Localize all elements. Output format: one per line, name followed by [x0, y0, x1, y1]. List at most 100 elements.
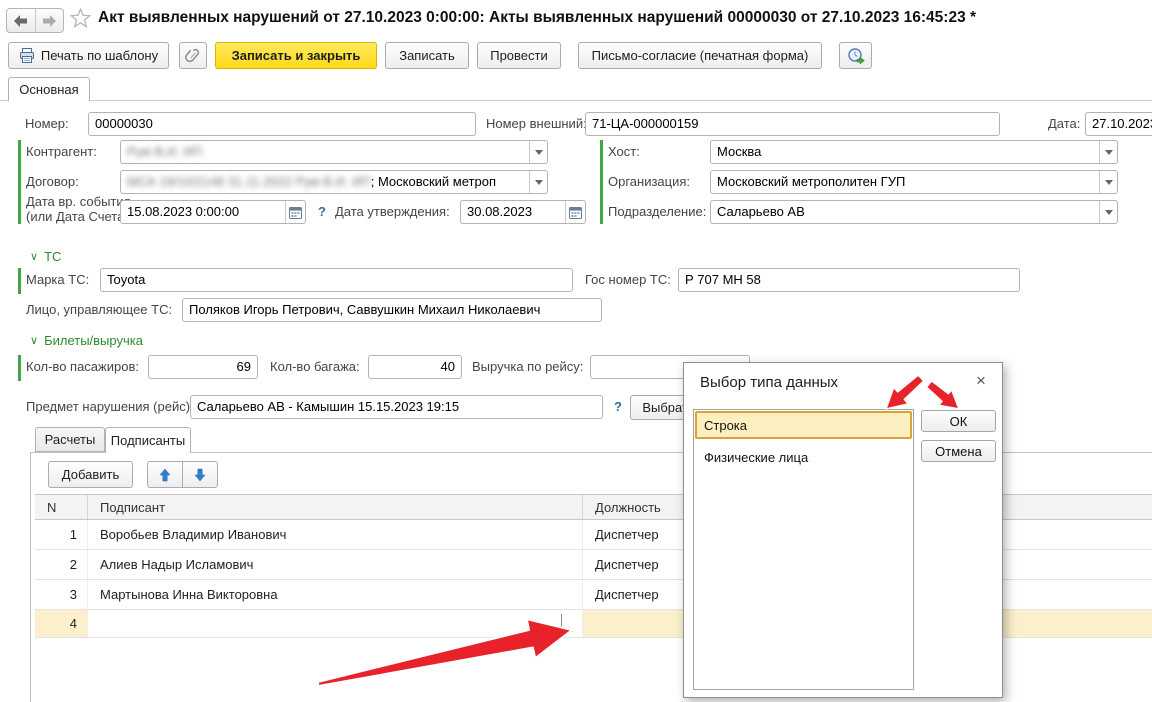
date-field[interactable]: 27.10.2023 16:45:23	[1085, 112, 1152, 136]
forward-button[interactable]	[35, 9, 64, 32]
external-number-field[interactable]: 71-ЦА-000000159	[585, 112, 1000, 136]
column-header-n[interactable]: N	[35, 495, 88, 519]
edit-caret	[561, 614, 562, 631]
baggage-field[interactable]: 40	[368, 355, 462, 379]
organization-label: Организация:	[608, 170, 690, 194]
refresh-icon	[847, 47, 865, 65]
event-date-value: 15.08.2023 0:00:00	[127, 204, 239, 219]
cell-signer-editing[interactable]: ..	[88, 610, 583, 637]
back-arrow-icon	[14, 15, 28, 27]
forward-arrow-icon	[42, 15, 56, 27]
passengers-field[interactable]: 69	[148, 355, 258, 379]
brand-field[interactable]: Toyota	[100, 268, 573, 292]
section-vehicle-toggle[interactable]: ∨ ТС	[30, 249, 61, 264]
letter-form-button[interactable]: Письмо-согласие (печатная форма)	[578, 42, 822, 69]
plate-field[interactable]: Р 707 МН 58	[678, 268, 1020, 292]
tab-calculations[interactable]: Расчеты	[35, 427, 105, 452]
driver-field[interactable]: Поляков Игорь Петрович, Саввушкин Михаил…	[182, 298, 602, 322]
move-up-button[interactable]	[147, 461, 183, 488]
violation-subject-help[interactable]: ?	[611, 395, 625, 419]
paperclip-icon	[185, 47, 201, 64]
cell-signer[interactable]: Мартынова Инна Викторовна	[88, 580, 583, 609]
cell-signer[interactable]: Воробьев Владимир Иванович	[88, 520, 583, 549]
organization-value: Московский метрополитен ГУП	[717, 174, 905, 189]
move-down-icon	[194, 468, 206, 482]
required-marker-tickets	[18, 355, 21, 381]
calendar-icon	[569, 206, 582, 219]
department-value: Саларьево АВ	[717, 204, 805, 219]
section-tickets-toggle[interactable]: ∨ Билеты/выручка	[30, 333, 143, 348]
add-row-button[interactable]: Добавить	[48, 461, 133, 488]
type-item-string-selected[interactable]: Строка	[695, 411, 912, 439]
external-number-label: Номер внешний:	[486, 112, 587, 136]
section-vehicle-title: ТС	[44, 249, 61, 264]
print-template-label: Печать по шаблону	[41, 48, 158, 63]
tab-main[interactable]: Основная	[8, 77, 90, 101]
type-item-individuals[interactable]: Физические лица	[694, 445, 913, 469]
cancel-button[interactable]: Отмена	[921, 440, 996, 462]
host-label: Хост:	[608, 140, 640, 164]
passengers-label: Кол-во пасажиров:	[26, 355, 139, 379]
contract-value-tail: ; Московский метроп	[371, 174, 496, 189]
post-button[interactable]: Провести	[477, 42, 561, 69]
add-row-label: Добавить	[62, 467, 119, 482]
chevron-down-icon	[1105, 180, 1113, 185]
violation-subject-field[interactable]: Саларьево АВ - Камышин 15.15.2023 19:15	[190, 395, 603, 419]
chevron-down-icon: ∨	[30, 334, 38, 347]
calendar-icon	[289, 206, 302, 219]
violation-subject-label: Предмет нарушения (рейс):	[26, 395, 194, 419]
printer-icon	[19, 48, 35, 63]
chevron-down-icon: ∨	[30, 250, 38, 263]
approve-date-field[interactable]: 30.08.2023	[460, 200, 586, 224]
refresh-button[interactable]	[839, 42, 872, 69]
dialog-close-button[interactable]: ×	[970, 370, 992, 392]
letter-form-label: Письмо-согласие (печатная форма)	[592, 48, 809, 63]
event-date-calendar-button[interactable]	[285, 201, 305, 223]
cell-more-dots: ..	[566, 624, 574, 635]
save-close-button[interactable]: Записать и закрыть	[215, 42, 377, 69]
attachments-button[interactable]	[179, 42, 207, 69]
department-dropdown-button[interactable]	[1099, 201, 1117, 223]
contragent-field[interactable]: Рум В.И. ИП	[120, 140, 548, 164]
nav-history-group	[6, 8, 64, 33]
back-button[interactable]	[7, 9, 35, 32]
approve-date-calendar-button[interactable]	[565, 201, 585, 223]
contract-value-blurred: МСА 19/10/2148 31.11.2022 Рум В.И. ИП	[127, 174, 371, 189]
driver-label: Лицо, управляющее ТС:	[26, 298, 172, 322]
tab-signers[interactable]: Подписанты	[105, 427, 191, 453]
contract-dropdown-button[interactable]	[529, 171, 547, 193]
page-title: Акт выявленных нарушений от 27.10.2023 0…	[98, 9, 976, 27]
tab-calculations-label: Расчеты	[45, 432, 96, 447]
chevron-down-icon	[1105, 210, 1113, 215]
organization-dropdown-button[interactable]	[1099, 171, 1117, 193]
favorite-button[interactable]	[70, 8, 91, 33]
event-date-label-line2: (или Дата Счета):	[26, 209, 132, 224]
cell-signer[interactable]: Алиев Надыр Исламович	[88, 550, 583, 579]
tab-main-label: Основная	[19, 82, 78, 97]
save-button[interactable]: Записать	[385, 42, 469, 69]
date-label: Дата:	[1048, 112, 1080, 136]
chevron-down-icon	[535, 150, 543, 155]
ok-button[interactable]: ОК	[921, 410, 996, 432]
required-marker-left	[18, 140, 21, 224]
contract-field[interactable]: МСА 19/10/2148 31.11.2022 Рум В.И. ИП; М…	[120, 170, 548, 194]
event-date-field[interactable]: 15.08.2023 0:00:00	[120, 200, 306, 224]
host-field[interactable]: Москва	[710, 140, 1118, 164]
print-template-button[interactable]: Печать по шаблону	[8, 42, 169, 69]
department-field[interactable]: Саларьево АВ	[710, 200, 1118, 224]
event-date-help[interactable]: ?	[315, 200, 329, 224]
contragent-dropdown-button[interactable]	[529, 141, 547, 163]
organization-field[interactable]: Московский метрополитен ГУП	[710, 170, 1118, 194]
approve-date-label: Дата утверждения:	[335, 200, 450, 224]
move-down-button[interactable]	[182, 461, 218, 488]
host-dropdown-button[interactable]	[1099, 141, 1117, 163]
tab-separator-line	[0, 100, 1152, 101]
contract-label: Договор:	[26, 170, 79, 194]
host-value: Москва	[717, 144, 761, 159]
department-label: Подразделение:	[608, 200, 706, 224]
baggage-label: Кол-во багажа:	[270, 355, 360, 379]
post-label: Провести	[490, 48, 548, 63]
column-header-signer[interactable]: Подписант	[88, 495, 583, 519]
number-field[interactable]: 00000030	[88, 112, 476, 136]
save-close-label: Записать и закрыть	[232, 48, 361, 63]
